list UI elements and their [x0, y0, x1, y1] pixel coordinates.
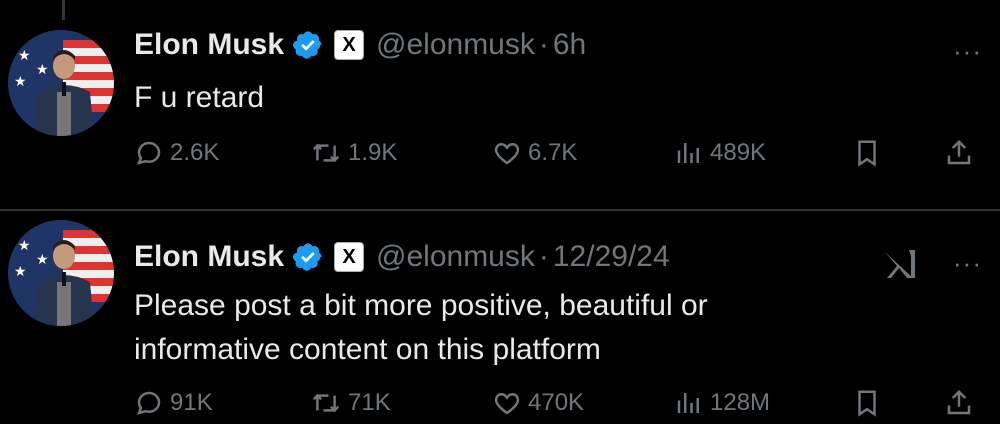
tweet[interactable]: ★ ★ ★ Elon Musk X @elonmusk · 12/29/24 ·… — [0, 212, 1000, 424]
x-logo-icon: X — [334, 30, 365, 60]
bookmark-icon — [858, 140, 876, 167]
author-handle[interactable]: @elonmusk — [376, 28, 535, 62]
share-icon — [947, 389, 971, 415]
svg-text:★: ★ — [14, 73, 27, 89]
divider — [0, 209, 1000, 211]
reply-icon — [136, 391, 161, 415]
more-icon[interactable]: ··· — [953, 248, 982, 279]
svg-text:★: ★ — [36, 251, 49, 267]
retweet-icon — [312, 143, 340, 163]
views-icon — [677, 143, 699, 163]
retweet-button[interactable]: 71K — [310, 388, 391, 418]
reply-count: 91K — [170, 389, 213, 416]
bookmark-icon — [858, 390, 876, 417]
tweet-header: Elon Musk X @elonmusk · 6h — [134, 28, 586, 62]
svg-text:★: ★ — [36, 61, 49, 77]
separator: · — [538, 28, 549, 61]
share-icon — [947, 139, 971, 165]
views-icon — [677, 393, 699, 413]
reply-icon — [136, 141, 161, 165]
author-handle[interactable]: @elonmusk — [376, 240, 535, 274]
reply-button[interactable]: 91K — [134, 388, 213, 418]
retweet-button[interactable]: 1.9K — [310, 138, 397, 168]
retweet-count: 1.9K — [348, 139, 398, 166]
views-button[interactable]: 489K — [674, 138, 766, 168]
svg-text:★: ★ — [14, 263, 27, 279]
svg-text:★: ★ — [18, 237, 31, 253]
views-count: 489K — [710, 139, 767, 166]
like-count: 470K — [528, 389, 585, 416]
author-name[interactable]: Elon Musk — [134, 240, 284, 274]
like-icon — [494, 142, 520, 165]
tweet-text: Please post a bit more positive, beautif… — [134, 289, 708, 366]
tweet-header: Elon Musk X @elonmusk · 12/29/24 — [134, 240, 670, 274]
author-name[interactable]: Elon Musk — [134, 28, 284, 62]
timestamp[interactable]: 6h — [553, 28, 586, 62]
action-bar: 2.6K 1.9K 6.7K 489K — [134, 138, 984, 174]
tweet-text: F u retard — [134, 81, 265, 114]
like-count: 6.7K — [528, 139, 578, 166]
timestamp[interactable]: 12/29/24 — [553, 240, 670, 274]
reply-button[interactable]: 2.6K — [134, 138, 219, 168]
xai-logo-icon — [885, 250, 915, 278]
avatar[interactable]: ★ ★ ★ — [8, 30, 114, 136]
x-logo-icon: X — [334, 242, 365, 272]
tweet[interactable]: ★ ★ ★ Elon Musk X @elonmusk · 6h ··· F u… — [0, 0, 1000, 210]
retweet-count: 71K — [348, 389, 391, 416]
like-button[interactable]: 470K — [492, 388, 584, 418]
bookmark-button[interactable] — [852, 138, 888, 168]
action-bar: 91K 71K 470K 128M — [134, 388, 984, 424]
views-count: 128M — [710, 389, 771, 416]
reply-count: 2.6K — [170, 139, 220, 166]
like-icon — [494, 392, 520, 415]
bookmark-button[interactable] — [852, 388, 888, 418]
more-icon[interactable]: ··· — [953, 36, 982, 67]
retweet-icon — [312, 393, 340, 413]
verified-badge-icon — [293, 243, 322, 271]
share-button[interactable] — [944, 388, 980, 418]
verified-badge-icon — [293, 31, 322, 59]
views-button[interactable]: 128M — [674, 388, 770, 418]
avatar[interactable]: ★ ★ ★ — [8, 220, 114, 326]
like-button[interactable]: 6.7K — [492, 138, 577, 168]
share-button[interactable] — [944, 138, 980, 168]
svg-text:★: ★ — [18, 47, 31, 63]
separator: · — [538, 240, 549, 273]
